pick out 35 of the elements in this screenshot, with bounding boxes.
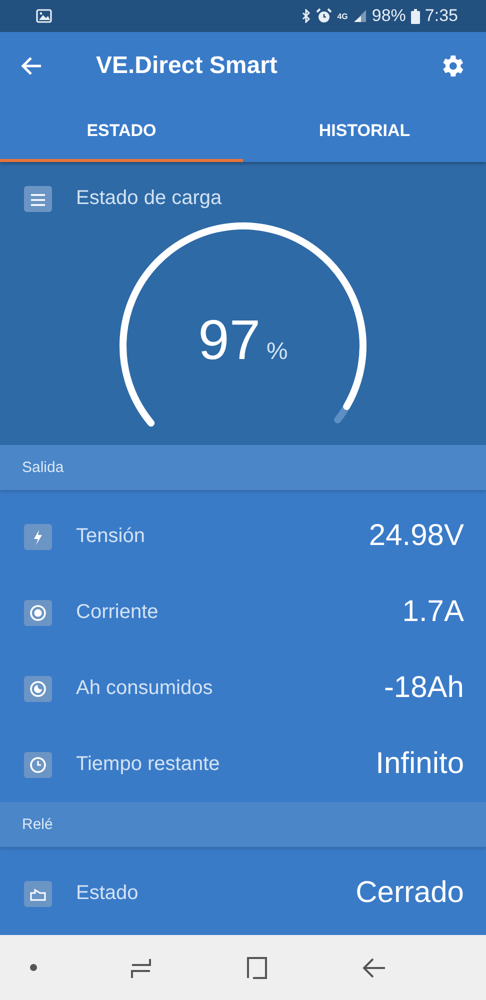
row-label: Tiempo restante: [76, 752, 220, 776]
row-value: 1.7A: [402, 595, 464, 629]
row-value: -18Ah: [384, 671, 464, 705]
battery-percent: 98%: [372, 6, 406, 26]
battery-icon: [410, 8, 420, 24]
section-header: Relé: [22, 816, 53, 833]
charge-label: Estado de carga: [76, 186, 222, 210]
list-icon: [24, 184, 52, 212]
back-icon[interactable]: [362, 956, 386, 980]
clock-time: 7:35: [424, 6, 458, 26]
section-header: Salida: [22, 459, 64, 476]
charge-unit: %: [266, 338, 288, 366]
network-type: 4G: [337, 12, 348, 20]
image-icon: [36, 9, 52, 23]
signal-icon: [352, 9, 367, 23]
back-arrow-icon[interactable]: [20, 56, 42, 76]
row-value: 24.98V: [368, 519, 464, 553]
tab[interactable]: HISTORIAL: [243, 100, 486, 162]
dot-icon[interactable]: [30, 964, 37, 971]
row-label: Estado: [76, 882, 138, 904]
screen-title: VE.Direct Smart: [96, 52, 278, 80]
moon-icon: [24, 674, 52, 702]
target-icon: [24, 598, 52, 626]
alarm-icon: [316, 8, 332, 24]
clock-icon: [24, 750, 52, 778]
bolt-icon: [24, 522, 52, 550]
row-value: Cerrado: [356, 876, 464, 910]
row-label: Ah consumidos: [76, 676, 213, 700]
relay-icon: [24, 879, 52, 907]
bluetooth-icon: [301, 9, 312, 23]
row-label: Tensión: [76, 524, 145, 548]
row-label: Corriente: [76, 600, 158, 624]
charge-value: 97: [198, 312, 260, 368]
home-icon[interactable]: [245, 956, 269, 980]
row-value: Infinito: [376, 747, 464, 781]
